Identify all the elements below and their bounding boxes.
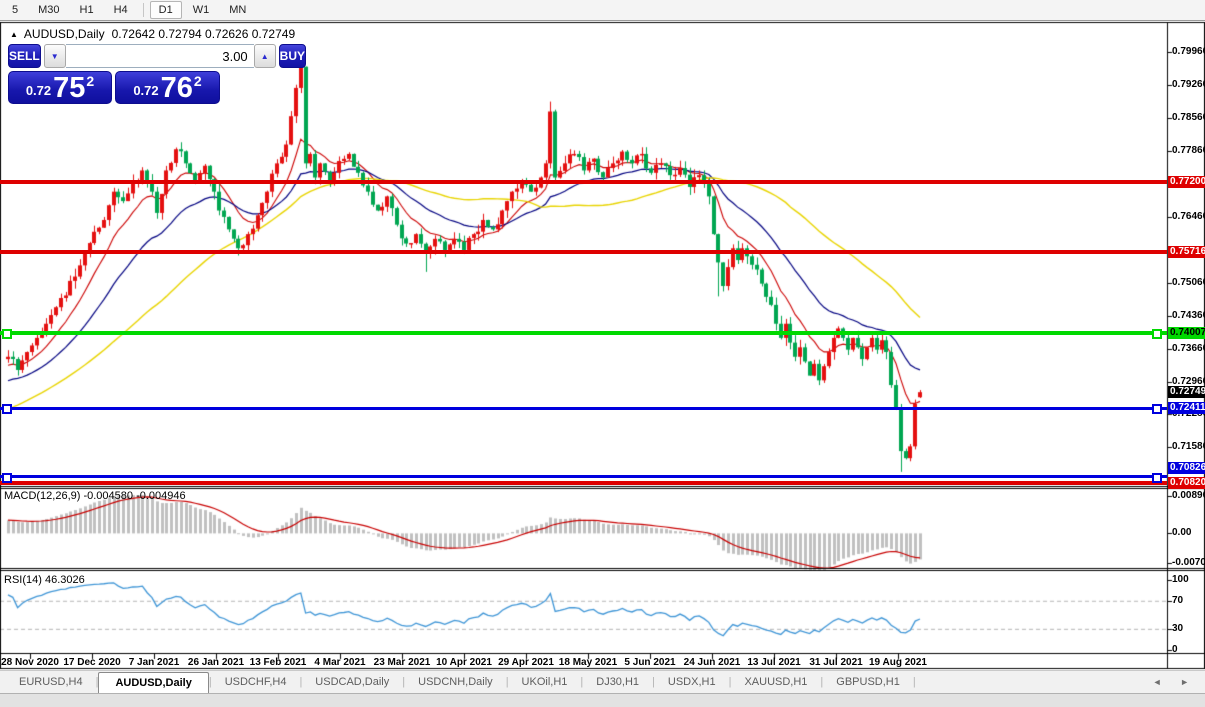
horizontal-line-0.77200[interactable]	[0, 180, 1167, 184]
price-tick-label: 0.73660	[1172, 343, 1205, 354]
date-axis-label: 24 Jun 2021	[677, 657, 747, 668]
chart-symbol-label: AUDUSD,Daily	[24, 27, 105, 41]
price-tick-label: 0.74360	[1172, 310, 1205, 321]
date-axis-label: 28 Nov 2020	[0, 657, 65, 668]
price-tick-label: 0.79260	[1172, 79, 1205, 90]
timeframe-toolbar: 5M30H1H4 D1W1MN	[0, 0, 1205, 21]
chart-tab-usdchf-h4[interactable]: USDCHF,H4	[212, 672, 300, 693]
timeframe-button-w1[interactable]: W1	[184, 1, 219, 19]
macd-scale-label: 0.008904	[1172, 490, 1205, 501]
date-axis-label: 26 Jan 2021	[181, 657, 251, 668]
current-price-flag: 0.72749	[1168, 386, 1205, 398]
chart-tab-xauusd-h1[interactable]: XAUUSD,H1	[731, 672, 820, 693]
horizontal-line-0.70820[interactable]	[0, 481, 1167, 485]
rsi-scale-label: 100	[1172, 574, 1189, 585]
tab-scroll-arrows[interactable]: ◄ ►	[1153, 677, 1197, 687]
line-handle[interactable]	[1152, 473, 1162, 483]
date-axis-label: 10 Apr 2021	[429, 657, 499, 668]
timeframe-button-m30[interactable]: M30	[29, 1, 68, 19]
price-flag-0.72411: 0.72411	[1168, 402, 1205, 414]
date-axis-label: 29 Apr 2021	[491, 657, 561, 668]
line-handle[interactable]	[2, 473, 12, 483]
sell-price-tile[interactable]: 0.72 75 2	[8, 71, 112, 104]
volume-increase-button[interactable]: ▲	[254, 44, 276, 68]
price-tick-label: 0.76460	[1172, 211, 1205, 222]
timeframe-button-h1[interactable]: H1	[71, 1, 103, 19]
tab-separator: |	[913, 672, 916, 693]
horizontal-line-0.70826[interactable]	[0, 475, 1167, 478]
horizontal-line-0.75716[interactable]	[0, 250, 1167, 254]
buy-price-big: 76	[161, 75, 193, 101]
collapse-triangle-icon[interactable]: ▲	[10, 30, 18, 39]
chart-ohlc-values: 0.72642 0.72794 0.72626 0.72749	[112, 27, 296, 41]
status-bar	[0, 693, 1205, 707]
date-axis-label: 5 Jun 2021	[615, 657, 685, 668]
macd-scale-label: 0.00	[1172, 527, 1191, 538]
chart-tab-bar: EURUSD,H4|AUDUSD,Daily|USDCHF,H4|USDCAD,…	[0, 670, 1205, 693]
macd-scale-label: -0.00701	[1172, 557, 1205, 568]
rsi-scale-label: 0	[1172, 644, 1178, 655]
chart-canvas[interactable]	[0, 0, 1205, 707]
date-axis-label: 13 Jul 2021	[739, 657, 809, 668]
price-tick-label: 0.75060	[1172, 277, 1205, 288]
line-handle[interactable]	[1152, 404, 1162, 414]
buy-price-prefix: 0.72	[133, 83, 158, 98]
chevron-up-icon: ▲	[261, 52, 269, 61]
timeframe-button-d1[interactable]: D1	[150, 1, 182, 19]
chart-tab-audusd-daily[interactable]: AUDUSD,Daily	[98, 672, 208, 693]
toolbar-separator	[143, 3, 144, 17]
chart-tab-usdcad-daily[interactable]: USDCAD,Daily	[302, 672, 402, 693]
chart-tab-dj30-h1[interactable]: DJ30,H1	[583, 672, 652, 693]
horizontal-line-0.74007[interactable]	[0, 331, 1167, 335]
one-click-trading-panel: SELL ▼ ▲ BUY 0.72 75 2 0.72 76 2	[8, 44, 220, 104]
timeframe-button-mn[interactable]: MN	[220, 1, 255, 19]
buy-price-tile[interactable]: 0.72 76 2	[115, 71, 220, 104]
price-flag-0.70820: 0.70820	[1168, 477, 1205, 489]
sell-button[interactable]: SELL	[8, 44, 41, 68]
chart-tab-ukoil-h1[interactable]: UKOil,H1	[509, 672, 581, 693]
date-axis-label: 23 Mar 2021	[367, 657, 437, 668]
rsi-scale-label: 70	[1172, 595, 1183, 606]
price-flag-0.77200: 0.77200	[1168, 176, 1205, 188]
sell-price-big: 75	[53, 75, 85, 101]
price-flag-0.70826: 0.70826	[1168, 462, 1205, 474]
macd-indicator-label: MACD(12,26,9) -0.004580 -0.004946	[4, 490, 186, 502]
line-handle[interactable]	[1152, 329, 1162, 339]
date-axis-label: 17 Dec 2020	[57, 657, 127, 668]
sell-price-prefix: 0.72	[26, 83, 51, 98]
price-tick-label: 0.78560	[1172, 112, 1205, 123]
trading-terminal-window: 5M30H1H4 D1W1MN ▲ AUDUSD,Daily 0.72642 0.72…	[0, 0, 1205, 707]
chevron-down-icon: ▼	[51, 52, 59, 61]
date-axis-label: 13 Feb 2021	[243, 657, 313, 668]
chart-tab-gbpusd-h1[interactable]: GBPUSD,H1	[823, 672, 913, 693]
volume-stepper: ▼ ▲	[44, 44, 276, 68]
date-axis-label: 7 Jan 2021	[119, 657, 189, 668]
chart-title: ▲ AUDUSD,Daily 0.72642 0.72794 0.72626 0.7…	[10, 27, 295, 41]
price-tick-label: 0.79960	[1172, 46, 1205, 57]
volume-input[interactable]	[66, 44, 254, 68]
chart-tab-eurusd-h4[interactable]: EURUSD,H4	[6, 672, 96, 693]
date-axis-label: 31 Jul 2021	[801, 657, 871, 668]
line-handle[interactable]	[2, 404, 12, 414]
date-axis-label: 18 May 2021	[553, 657, 623, 668]
timeframe-button-5[interactable]: 5	[3, 1, 27, 19]
rsi-indicator-label: RSI(14) 46.3026	[4, 574, 85, 586]
date-axis-label: 19 Aug 2021	[863, 657, 933, 668]
buy-button[interactable]: BUY	[279, 44, 306, 68]
price-tick-label: 0.77860	[1172, 145, 1205, 156]
chart-tab-usdx-h1[interactable]: USDX,H1	[655, 672, 729, 693]
horizontal-line-0.72411[interactable]	[0, 407, 1167, 410]
sell-price-sup: 2	[86, 73, 94, 89]
price-flag-0.75716: 0.75716	[1168, 246, 1205, 258]
timeframe-button-h4[interactable]: H4	[105, 1, 137, 19]
date-axis-label: 4 Mar 2021	[305, 657, 375, 668]
buy-price-sup: 2	[194, 73, 202, 89]
line-handle[interactable]	[2, 329, 12, 339]
rsi-scale-label: 30	[1172, 623, 1183, 634]
volume-decrease-button[interactable]: ▼	[44, 44, 66, 68]
price-tick-label: 0.71580	[1172, 441, 1205, 452]
chart-tab-usdcnh-daily[interactable]: USDCNH,Daily	[405, 672, 506, 693]
price-flag-0.74007: 0.74007	[1168, 327, 1205, 339]
